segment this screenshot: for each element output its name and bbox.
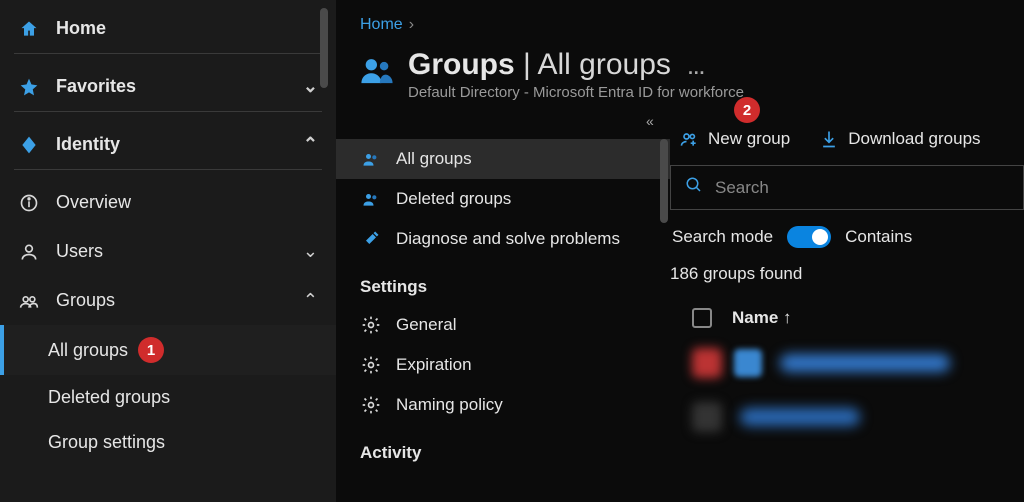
wrench-icon: [360, 229, 382, 249]
group-badge: [734, 349, 762, 377]
breadcrumb: Home ›: [336, 0, 1024, 42]
nav-favorites[interactable]: Favorites ⌄: [14, 62, 322, 112]
info-icon: [18, 193, 40, 213]
nav-users-label: Users: [56, 241, 103, 262]
new-group-button[interactable]: New group: [678, 129, 790, 149]
nav-all-groups-label: All groups: [48, 340, 128, 361]
group-avatar: [692, 348, 722, 378]
download-groups-label: Download groups: [848, 129, 980, 149]
search-mode-toggle[interactable]: [787, 226, 831, 248]
new-group-label: New group: [708, 129, 790, 149]
nav-deleted-groups[interactable]: Deleted groups: [0, 375, 336, 420]
mnav-all-groups[interactable]: All groups: [336, 139, 670, 179]
nav-overview[interactable]: Overview: [0, 178, 336, 227]
annotation-badge-1: 1: [138, 337, 164, 363]
mnav-deleted-groups-label: Deleted groups: [396, 189, 511, 209]
gear-icon: [360, 395, 382, 415]
page-subtitle: Default Directory - Microsoft Entra ID f…: [408, 84, 744, 101]
user-icon: [18, 242, 40, 262]
page-title: Groups | All groups …: [408, 48, 744, 82]
people-icon: [360, 48, 394, 91]
mnav-general[interactable]: General: [336, 305, 670, 345]
nav-group-settings[interactable]: Group settings: [0, 420, 336, 465]
search-mode-row: Search mode Contains: [670, 226, 1024, 248]
results-count: 186 groups found: [670, 264, 1024, 284]
secondary-nav: All groups Deleted groups Diagnose and s…: [336, 139, 670, 502]
star-icon: [18, 77, 40, 97]
chevron-down-icon: ⌄: [303, 76, 318, 97]
nav-home[interactable]: Home: [14, 12, 322, 54]
breadcrumb-home[interactable]: Home: [360, 16, 403, 34]
chevron-up-icon: ⌃: [303, 134, 318, 155]
nav-identity-label: Identity: [56, 134, 120, 155]
home-icon: [18, 19, 40, 39]
page-title-sub: All groups: [538, 48, 671, 81]
table-row[interactable]: [670, 398, 1024, 436]
more-icon[interactable]: …: [687, 58, 705, 78]
gear-icon: [360, 355, 382, 375]
page-header: Groups | All groups … Default Directory …: [336, 42, 1024, 115]
table-row[interactable]: [670, 344, 1024, 382]
toolbar: 2 New group Download groups: [670, 129, 1024, 149]
nav-identity[interactable]: Identity ⌃: [14, 120, 322, 170]
group-name-blurred: [740, 408, 860, 426]
mnav-naming-policy-label: Naming policy: [396, 395, 503, 415]
sidebar-left: Home Favorites ⌄ Identity ⌃ Overview: [0, 0, 336, 502]
mnav-all-groups-label: All groups: [396, 149, 472, 169]
mnav-diagnose[interactable]: Diagnose and solve problems: [336, 219, 670, 259]
mnav-naming-policy[interactable]: Naming policy: [336, 385, 670, 425]
people-icon: [360, 189, 382, 209]
annotation-badge-2: 2: [734, 97, 760, 123]
main-panel: Home › Groups | All groups … Default Dir…: [336, 0, 1024, 502]
group-avatar: [692, 402, 722, 432]
chevron-down-icon: ⌄: [303, 241, 318, 262]
search-input[interactable]: Search: [670, 165, 1024, 210]
search-mode-label: Search mode: [672, 227, 773, 247]
mnav-deleted-groups[interactable]: Deleted groups: [336, 179, 670, 219]
content-panel: 2 New group Download groups: [670, 115, 1024, 502]
nav-users[interactable]: Users ⌄: [0, 227, 336, 276]
add-group-icon: [678, 129, 700, 149]
nav-deleted-groups-label: Deleted groups: [48, 387, 170, 408]
search-icon: [685, 176, 703, 199]
search-placeholder: Search: [715, 178, 769, 198]
select-all-checkbox[interactable]: [692, 308, 712, 328]
chevron-right-icon: ›: [409, 16, 414, 34]
download-icon: [818, 129, 840, 149]
chevron-up-icon: ⌃: [303, 290, 318, 311]
group-name-blurred: [780, 354, 950, 372]
nav-overview-label: Overview: [56, 192, 131, 213]
search-mode-value: Contains: [845, 227, 912, 247]
table-header: Name ↑: [670, 300, 1024, 328]
nav-group-settings-label: Group settings: [48, 432, 165, 453]
groups-icon: [18, 291, 40, 311]
mnav-settings-heading: Settings: [336, 259, 670, 305]
nav-favorites-label: Favorites: [56, 76, 136, 97]
nav-all-groups[interactable]: All groups 1: [0, 325, 336, 375]
mnav-activity-heading: Activity: [336, 425, 670, 471]
mnav-general-label: General: [396, 315, 456, 335]
mnav-diagnose-label: Diagnose and solve problems: [396, 229, 620, 249]
mnav-expiration[interactable]: Expiration: [336, 345, 670, 385]
sort-asc-icon: ↑: [783, 308, 792, 327]
people-icon: [360, 149, 382, 169]
nav-groups[interactable]: Groups ⌃: [0, 276, 336, 325]
page-title-main: Groups: [408, 48, 515, 81]
diamond-icon: [18, 135, 40, 155]
mnav-expiration-label: Expiration: [396, 355, 472, 375]
download-groups-button[interactable]: Download groups: [818, 129, 980, 149]
gear-icon: [360, 315, 382, 335]
nav-groups-label: Groups: [56, 290, 115, 311]
column-name[interactable]: Name ↑: [732, 308, 792, 328]
nav-home-label: Home: [56, 18, 106, 39]
collapse-chevron-icon[interactable]: «: [646, 113, 654, 129]
